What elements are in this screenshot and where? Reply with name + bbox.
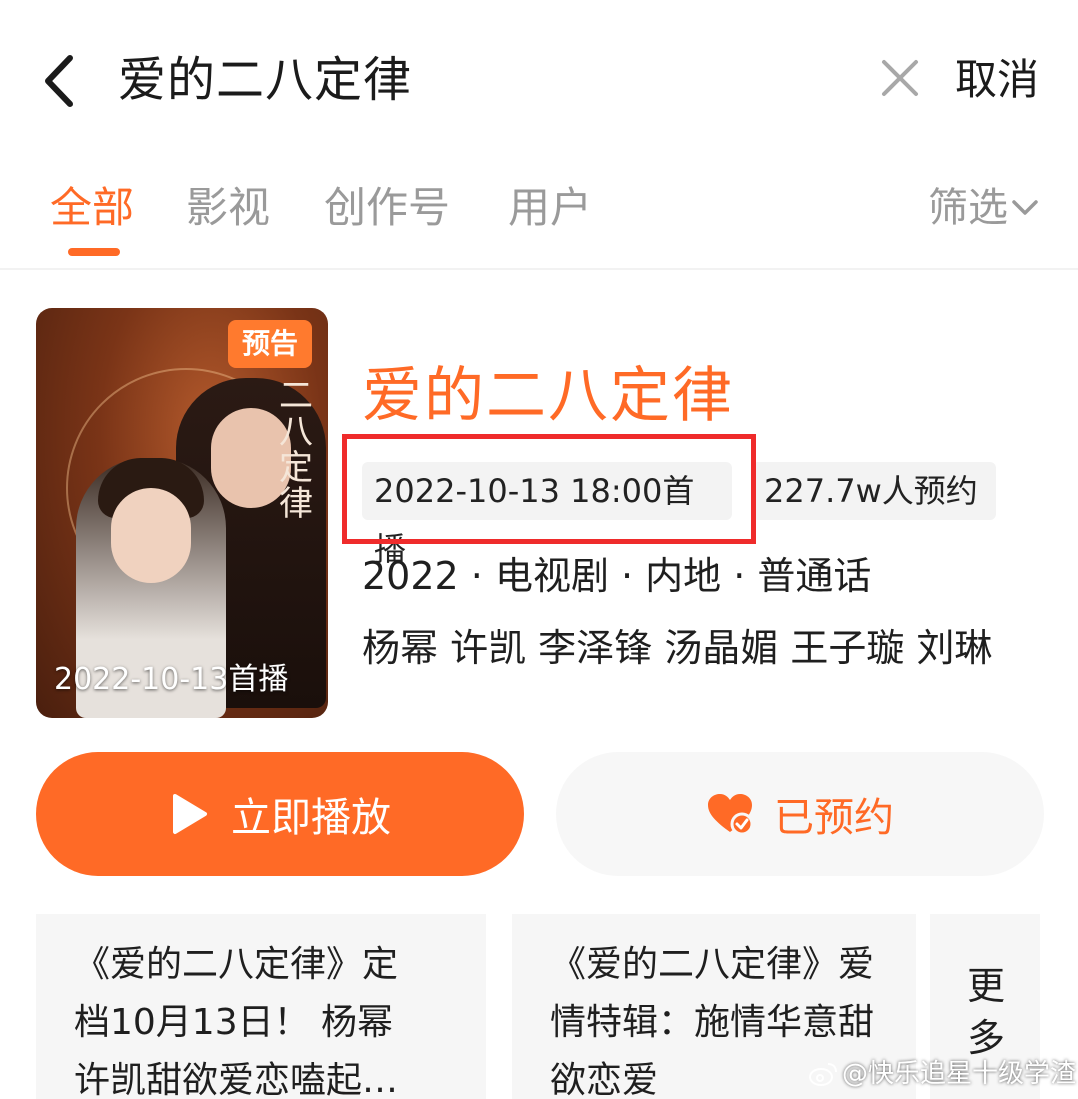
drama-title[interactable]: 爱的二八定律 — [362, 358, 734, 434]
related-video-line: 《爱的二八定律》爱 — [550, 944, 875, 985]
related-video-line: 情特辑：施情华意甜 — [550, 1002, 875, 1043]
poster-actor-face — [111, 488, 191, 583]
tab-all[interactable]: 全部 — [50, 180, 134, 236]
heart-check-icon — [708, 794, 754, 836]
drama-cast: 杨幂 许凯 李泽锋 汤晶媚 王子璇 刘琳 — [362, 626, 993, 670]
result-tabs: 全部 影视 创作号 用户 筛选 — [0, 160, 1078, 270]
reserved-button[interactable]: 已预约 — [556, 752, 1044, 876]
related-video-card[interactable]: 《爱的二八定律》定 档10月13日！ 杨幂 许凯甜欲爱恋嗑起… — [36, 914, 486, 1099]
weibo-icon — [809, 1063, 837, 1086]
poster-premiere-date: 2022-10-13首播 — [54, 662, 289, 697]
more-label: 更多 — [966, 964, 1005, 1060]
clear-icon[interactable] — [878, 56, 922, 100]
related-video-line: 《爱的二八定律》定 — [74, 944, 399, 985]
drama-poster[interactable]: 二八定律 — [36, 308, 328, 718]
chevron-down-icon — [1012, 200, 1038, 215]
active-tab-indicator — [68, 248, 120, 256]
play-now-label: 立即播放 — [231, 795, 391, 841]
red-highlight-box — [342, 434, 756, 544]
related-video-line: 档10月13日！ 杨幂 — [74, 1002, 394, 1043]
search-bar: 爱的二八定律 取消 — [0, 0, 1078, 160]
reservation-count-chip: 227.7w人预约 — [752, 462, 996, 520]
play-now-button[interactable]: 立即播放 — [36, 752, 524, 876]
reserved-label: 已预约 — [774, 795, 894, 841]
play-icon — [173, 794, 207, 834]
filter-button[interactable]: 筛选 — [928, 180, 1040, 236]
watermark-text: @快乐追星十级学渣 — [842, 1059, 1077, 1089]
tab-creators[interactable]: 创作号 — [324, 180, 450, 236]
back-arrow-icon[interactable] — [38, 52, 82, 110]
tab-film-tv[interactable]: 影视 — [186, 180, 270, 236]
tab-users[interactable]: 用户 — [508, 180, 592, 236]
poster-calligraphy-title: 二八定律 — [279, 376, 313, 524]
divider — [0, 268, 1078, 270]
weibo-watermark: @快乐追星十级学渣 — [808, 1056, 1076, 1092]
filter-label: 筛选 — [928, 185, 1008, 231]
trailer-badge: 预告 — [228, 320, 312, 368]
drama-meta: 2022 · 电视剧 · 内地 · 普通话 — [362, 554, 872, 598]
cancel-button[interactable]: 取消 — [955, 50, 1039, 110]
related-video-line: 许凯甜欲爱恋嗑起… — [74, 1060, 399, 1099]
search-input[interactable]: 爱的二八定律 — [118, 48, 412, 112]
